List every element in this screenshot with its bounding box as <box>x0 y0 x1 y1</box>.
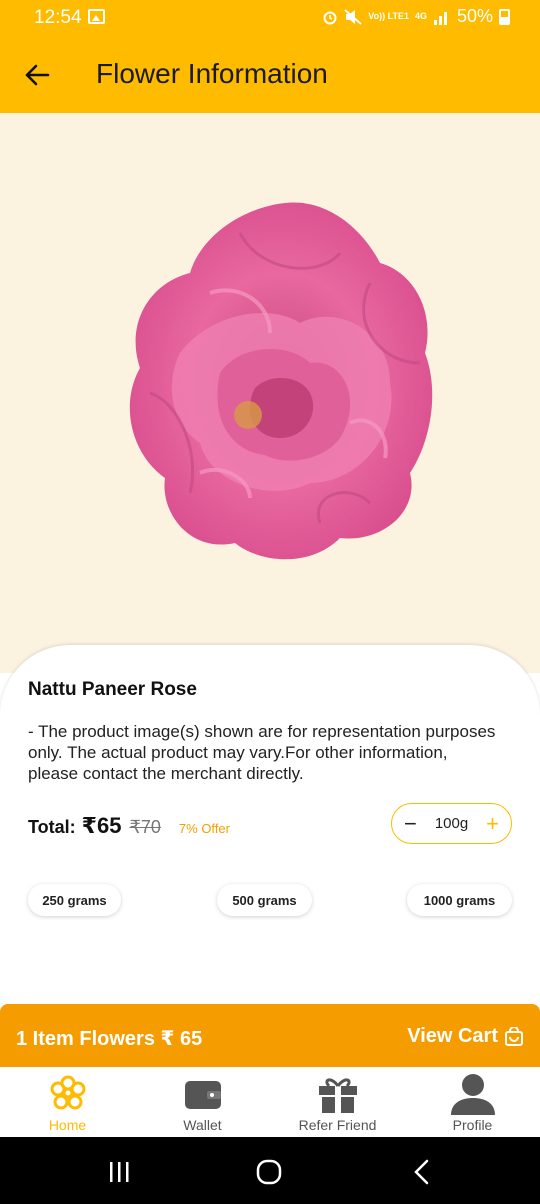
arrow-left-icon <box>25 64 50 86</box>
quantity-stepper: − 100g + <box>391 803 512 844</box>
product-info-card: Nattu Paneer Rose - The product image(s)… <box>0 645 540 1007</box>
home-circle-icon[interactable] <box>256 1159 282 1185</box>
product-name: Nattu Paneer Rose <box>28 679 197 700</box>
nav-label-wallet: Wallet <box>183 1117 222 1133</box>
nav-item-home[interactable]: Home <box>0 1067 135 1137</box>
recent-apps-icon[interactable] <box>108 1161 130 1183</box>
alarm-icon <box>323 11 337 24</box>
nav-item-wallet[interactable]: Wallet <box>135 1067 270 1137</box>
cart-bar: 1 Item Flowers ₹ 65 View Cart <box>0 1004 540 1067</box>
status-bar: 12:54 Vo)) LTE1 4G 50% <box>0 0 540 36</box>
status-time: 12:54 <box>34 7 82 28</box>
back-chevron-icon[interactable] <box>412 1159 430 1185</box>
nav-item-profile[interactable]: Profile <box>405 1067 540 1137</box>
status-indicators: Vo)) LTE1 4G 50% <box>322 6 510 27</box>
grams-option-1000[interactable]: 1000 grams <box>407 884 512 916</box>
product-description: - The product image(s) shown are for rep… <box>28 722 496 783</box>
bottom-navigation: Home Wallet Refer Friend Profile <box>0 1067 540 1137</box>
nav-label-home: Home <box>48 1117 87 1133</box>
current-price: ₹65 <box>81 813 122 838</box>
original-price: ₹70 <box>129 817 161 837</box>
person-icon <box>450 1074 495 1115</box>
wallet-icon <box>184 1081 221 1109</box>
mute-icon <box>344 8 362 25</box>
price-row: Total: ₹65 ₹70 7% Offer <box>28 813 230 839</box>
back-button[interactable] <box>18 56 56 94</box>
battery-percent: 50% <box>456 6 493 26</box>
app-bar: Flower Information <box>0 36 540 113</box>
battery-icon <box>499 8 510 25</box>
product-image-area <box>0 113 540 673</box>
system-navigation-bar <box>0 1137 540 1204</box>
page-title: Flower Information <box>96 58 328 89</box>
decrease-quantity-button[interactable]: − <box>404 812 417 835</box>
quantity-value: 100g <box>434 815 469 832</box>
gallery-notification-icon <box>88 9 105 24</box>
flower-icon <box>50 1075 85 1110</box>
grams-option-500[interactable]: 500 grams <box>217 884 312 916</box>
rose-flower-image <box>129 202 433 560</box>
cart-summary: 1 Item Flowers ₹ 65 <box>16 1028 203 1050</box>
nav-item-refer-friend[interactable]: Refer Friend <box>270 1067 405 1137</box>
gift-icon <box>318 1078 357 1113</box>
view-cart-label: View Cart <box>407 1025 498 1047</box>
volte-indicator: Vo)) LTE1 <box>368 11 409 21</box>
offer-badge: 7% Offer <box>178 821 230 836</box>
grams-option-250[interactable]: 250 grams <box>28 884 121 916</box>
nav-label-refer-friend: Refer Friend <box>298 1117 377 1133</box>
network-type: 4G <box>414 11 427 21</box>
nav-label-profile: Profile <box>452 1117 493 1133</box>
total-label: Total: <box>28 817 76 837</box>
shopping-bag-icon <box>505 1026 523 1046</box>
increase-quantity-button[interactable]: + <box>486 812 499 835</box>
signal-icon <box>433 11 447 25</box>
view-cart-button[interactable]: View Cart <box>407 1025 524 1048</box>
